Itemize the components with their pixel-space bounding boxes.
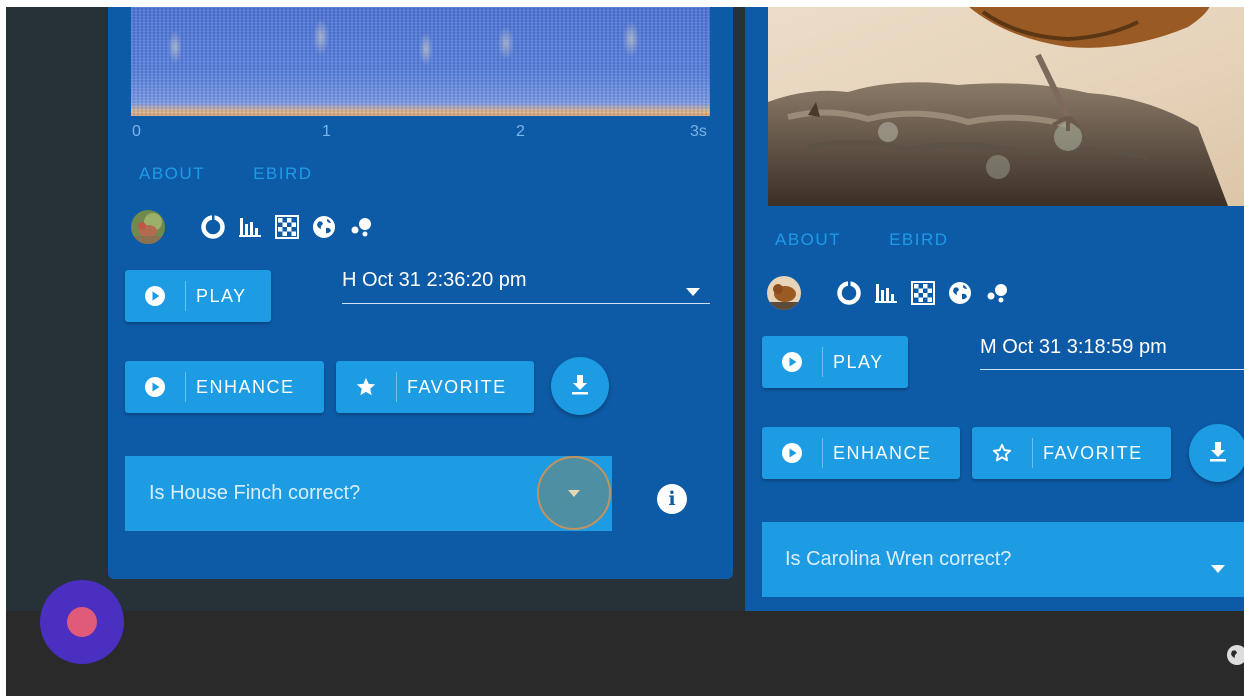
bar-chart-icon[interactable] — [236, 213, 264, 241]
button-divider — [396, 372, 397, 402]
analysis-icon-row — [131, 210, 384, 244]
favorite-label: FAVORITE — [407, 376, 507, 397]
button-divider — [185, 281, 186, 311]
bottom-bar — [6, 611, 1244, 696]
info-icon-glyph: i — [668, 488, 676, 510]
verify-species-dropdown[interactable]: Is Carolina Wren correct? — [762, 522, 1244, 597]
spectrogram[interactable] — [131, 7, 710, 116]
star-outline-icon — [972, 427, 1032, 479]
play-button[interactable]: PLAY — [125, 270, 271, 322]
carolina-wren-image — [768, 7, 1228, 206]
globe-icon[interactable] — [946, 279, 974, 307]
globe-icon[interactable] — [1226, 644, 1244, 671]
species-avatar[interactable] — [131, 210, 165, 244]
chevron-down-icon — [568, 484, 580, 502]
bar-chart-icon[interactable] — [872, 279, 900, 307]
button-divider — [1032, 438, 1033, 468]
button-divider — [822, 347, 823, 377]
enhance-button[interactable]: ENHANCE — [125, 361, 324, 413]
info-icon[interactable]: i — [657, 484, 687, 514]
species-avatar[interactable] — [767, 276, 801, 310]
chevron-down-icon — [1211, 556, 1225, 579]
enhance-label: ENHANCE — [196, 376, 295, 397]
checkerboard-icon[interactable] — [909, 279, 937, 307]
analysis-icon-row — [767, 276, 1020, 310]
globe-icon[interactable] — [310, 213, 338, 241]
favorite-button[interactable]: FAVORITE — [972, 427, 1171, 479]
button-divider — [822, 438, 823, 468]
download-icon — [1206, 439, 1230, 468]
verify-question: Is Carolina Wren correct? — [785, 548, 1012, 570]
tab-about[interactable]: ABOUT — [775, 230, 841, 250]
detection-card-house-finch: 0 1 2 3s ABOUT EBIRD PLAY H Oct 31 2:36:… — [108, 7, 733, 579]
detection-select-value: H Oct 31 2:36:20 pm — [342, 269, 527, 291]
star-filled-icon — [336, 361, 396, 413]
record-button[interactable] — [40, 580, 124, 664]
play-circle-icon — [125, 270, 185, 322]
scatter-icon[interactable] — [347, 213, 375, 241]
download-button[interactable] — [551, 357, 609, 415]
detection-select[interactable]: M Oct 31 3:18:59 pm — [980, 336, 1244, 370]
play-button[interactable]: PLAY — [762, 336, 908, 388]
tab-ebird[interactable]: EBIRD — [253, 164, 312, 184]
play-circle-icon — [762, 427, 822, 479]
spectrogram-tick: 1 — [322, 123, 331, 140]
favorite-label: FAVORITE — [1043, 442, 1143, 463]
enhance-label: ENHANCE — [833, 442, 932, 463]
scatter-icon[interactable] — [983, 279, 1011, 307]
tab-about[interactable]: ABOUT — [139, 164, 205, 184]
card-tabs: ABOUT EBIRD — [139, 164, 313, 184]
enhance-button[interactable]: ENHANCE — [762, 427, 960, 479]
donut-chart-icon[interactable] — [199, 213, 227, 241]
spectrogram-tick: 0 — [132, 123, 141, 140]
card-tabs: ABOUT EBIRD — [775, 230, 949, 250]
play-label: PLAY — [833, 351, 884, 372]
spectrogram-tick: 3s — [690, 123, 707, 140]
record-dot-icon — [67, 607, 97, 637]
detection-select-value: M Oct 31 3:18:59 pm — [980, 336, 1167, 358]
detection-card-carolina-wren: ABOUT EBIRD PLAY M Oct 31 3:18:59 pm ENH… — [745, 7, 1244, 612]
play-circle-icon — [125, 361, 185, 413]
verify-dropdown-toggle[interactable] — [537, 456, 611, 530]
spectrogram-tick: 2 — [516, 123, 525, 140]
tab-ebird[interactable]: EBIRD — [889, 230, 948, 250]
verify-question: Is House Finch correct? — [149, 482, 361, 504]
detection-select[interactable]: H Oct 31 2:36:20 pm — [342, 269, 710, 304]
chevron-down-icon — [686, 279, 700, 302]
checkerboard-icon[interactable] — [273, 213, 301, 241]
favorite-button[interactable]: FAVORITE — [336, 361, 534, 413]
bird-photo[interactable] — [768, 7, 1244, 206]
play-label: PLAY — [196, 285, 247, 306]
download-button[interactable] — [1189, 424, 1244, 482]
donut-chart-icon[interactable] — [835, 279, 863, 307]
download-icon — [568, 372, 592, 401]
play-circle-icon — [762, 336, 822, 388]
button-divider — [185, 372, 186, 402]
